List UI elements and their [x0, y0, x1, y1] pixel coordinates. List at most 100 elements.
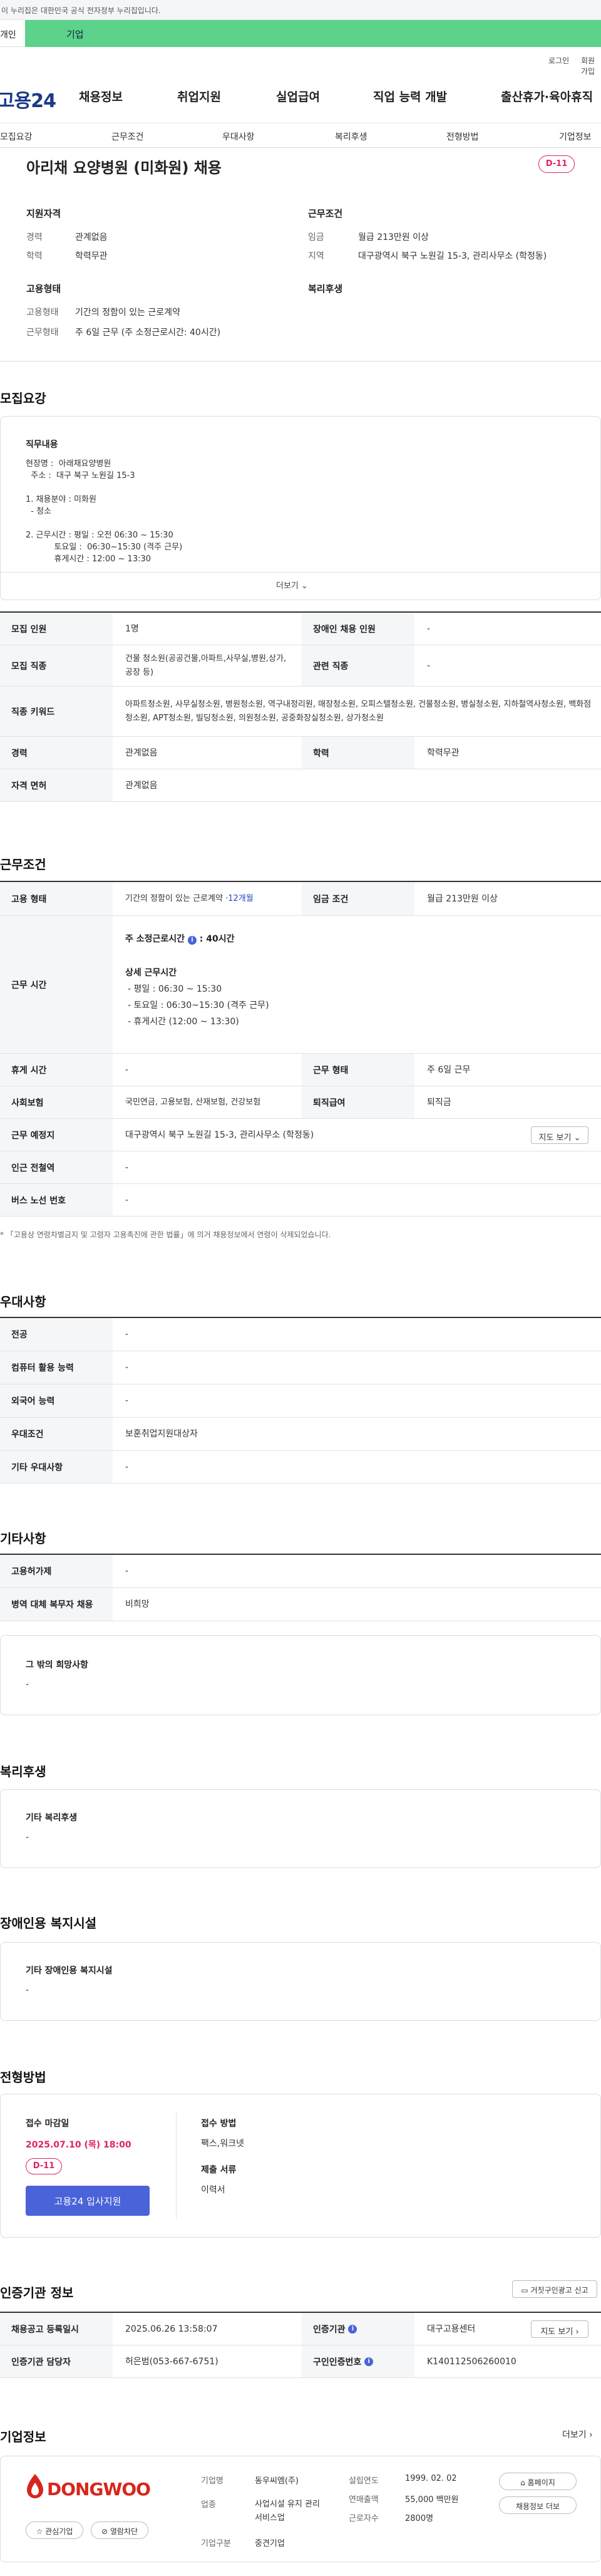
table-row: 자격 면허 관계없음	[0, 769, 601, 802]
tab-conditions[interactable]: 근무조건	[111, 130, 144, 143]
td-subway: -	[125, 1162, 129, 1173]
facility-title: 기타 장애인용 복지시설	[26, 1966, 113, 1976]
th-edu: 학력	[302, 737, 414, 769]
favorite-label: 관심기업	[45, 2527, 73, 2536]
tab-selection[interactable]: 전형방법	[446, 130, 479, 143]
table-row: 휴게 시간 - 근무 형태 주 6일 근무	[0, 1054, 601, 1086]
info-icon[interactable]: i	[187, 936, 197, 945]
report-icon: ▭	[521, 2286, 528, 2295]
th-agency-label: 인증기관	[313, 2324, 346, 2335]
tab-personal[interactable]: 개인	[0, 20, 25, 47]
hours-title: 주 소정근로시간	[125, 934, 185, 944]
th-pref-cond: 우대조건	[0, 1418, 113, 1450]
join-link[interactable]: 회원가입	[581, 55, 601, 76]
td-bus: -	[125, 1195, 129, 1205]
method-value: 팩스,워크넷	[201, 2139, 244, 2149]
td-pref-etc: -	[125, 1462, 129, 1472]
selection-box: 접수 마감일 2025.07.10 (목) 18:00 D-11 고용24 입사…	[0, 2094, 601, 2238]
block-button[interactable]: ⊘ 열람차단	[91, 2521, 148, 2539]
tab-welfare[interactable]: 복리후생	[335, 130, 367, 143]
tab-company[interactable]: 기업정보	[559, 130, 592, 143]
site-logo[interactable]: 고용24	[0, 85, 56, 113]
homepage-button[interactable]: ⌂ 홈페이지	[499, 2473, 577, 2490]
welfare-title: 복리후생	[308, 283, 343, 294]
company-more-link[interactable]: 더보기 ›	[562, 2428, 593, 2441]
emp-months: 12개월	[228, 893, 254, 903]
homepage-label: 홈페이지	[527, 2478, 555, 2487]
favorite-button[interactable]: ☆ 관심기업	[26, 2521, 83, 2539]
other-title: 그 밖의 희망사항	[26, 1660, 88, 1670]
td-place: 대구광역시 북구 노원길 15-3, 관리사무소 (학정동)	[125, 1130, 314, 1140]
deadline-dday: D-11	[26, 2158, 62, 2174]
td-edu: 학력무관	[427, 747, 460, 758]
td-military: 비희망	[125, 1599, 150, 1609]
hours-value: 40시간	[206, 934, 235, 944]
table-row: 모집 직종 건물 청소원(공공건물,아파트,사무실,병원,상가,공장 등) 관련…	[0, 645, 601, 687]
facility-box: 기타 장애인용 복지시설 -	[0, 1942, 601, 2021]
star-icon: ☆	[36, 2527, 43, 2536]
docs-value: 이력서	[201, 2185, 225, 2195]
td-license: 관계없음	[125, 780, 158, 791]
age-note: * 「고용상 연령차별금지 및 고령자 고용촉진에 관한 법률」에 의거 채용정…	[0, 1230, 331, 1239]
th-hours: 근무 시간	[0, 916, 113, 1053]
th-emp: 고용 형태	[0, 882, 113, 915]
td-pref-cond: 보훈취업지원대상자	[125, 1429, 198, 1439]
more-button[interactable]: 더보기 ⌄	[276, 579, 308, 591]
edu-label: 학력	[26, 251, 43, 261]
report-button[interactable]: ▭ 거짓구인광고 신고	[512, 2280, 597, 2298]
th-keyword: 직종 키워드	[0, 687, 113, 736]
table-row: 직종 키워드 아파트청소원, 사무실청소원, 병원청소원, 역구내정리원, 매장…	[0, 687, 601, 737]
map-button[interactable]: 지도 보기 ⌄	[531, 1126, 588, 1144]
tab-personal-label: 개인	[0, 30, 16, 40]
table-row: 병역 대체 복무자 채용 비희망	[0, 1588, 601, 1621]
map-button-label: 지도 보기	[538, 1133, 572, 1143]
region-value: 대구광역시 북구 노원길 15-3, 관리사무소 (학정동)	[358, 251, 547, 261]
company-emp-label: 근로자수	[349, 2514, 379, 2523]
chevron-down-icon: ⌄	[301, 581, 308, 591]
report-label: 거짓구인광고 신고	[530, 2286, 588, 2295]
company-emp-value: 2800명	[405, 2514, 434, 2523]
agency-map-button[interactable]: 지도 보기 ›	[531, 2320, 588, 2338]
gnb-jobs[interactable]: 채용정보	[79, 88, 123, 105]
th-job: 모집 직종	[0, 645, 113, 686]
td-form: 주 6일 근무	[427, 1064, 471, 1075]
gnb-leave[interactable]: 출산휴가·육아휴직	[501, 88, 593, 105]
info-icon[interactable]: i	[348, 2324, 357, 2334]
gnb-employment-support[interactable]: 취업지원	[177, 88, 221, 105]
th-pref-etc: 기타 우대사항	[0, 1451, 113, 1483]
td-wage: 월급 213만원 이상	[427, 893, 498, 904]
block-label: 열람차단	[110, 2527, 138, 2536]
login-link[interactable]: 로그인	[548, 55, 569, 66]
info-icon[interactable]: i	[364, 2357, 374, 2366]
home-icon: ⌂	[520, 2478, 525, 2487]
recruit-section-title: 모집요강	[0, 391, 46, 406]
chevron-right-icon: ›	[589, 2430, 593, 2440]
gnb-training[interactable]: 직업 능력 개발	[373, 88, 447, 105]
company-box: DONGWOO ☆ 관심기업 ⊘ 열람차단 기업명 동우씨엠(주) 업종 사업시…	[0, 2456, 601, 2562]
gov-banner: 이 누리집은 대한민국 공식 전자정부 누리집입니다.	[0, 0, 601, 20]
tab-recruit[interactable]: 모집요강	[0, 130, 33, 143]
apply-button[interactable]: 고용24 입사지원	[26, 2186, 150, 2216]
tab-preference[interactable]: 우대사항	[222, 130, 255, 143]
qual-title: 지원자격	[26, 208, 61, 219]
table-row: 컴퓨터 활용 능력 -	[0, 1351, 601, 1384]
company-type-label: 기업구분	[201, 2539, 231, 2548]
company-more-label: 더보기	[562, 2430, 587, 2440]
table-row: 근무 예정지 대구광역시 북구 노원길 15-3, 관리사무소 (학정동) 지도…	[0, 1119, 601, 1151]
table-row: 인근 전철역 -	[0, 1151, 601, 1184]
table-row: 우대조건 보훈취업지원대상자	[0, 1418, 601, 1451]
table-row: 전공 -	[0, 1318, 601, 1351]
table-row: 고용 형태 기간의 정함이 있는 근로계약 · 12개월 임금 조건 월급 21…	[0, 882, 601, 916]
th-related: 관련 직종	[302, 645, 414, 686]
company-section-title: 기업정보	[0, 2429, 46, 2444]
td-manager: 허은범(053-667-6751)	[125, 2356, 218, 2367]
deadline-value: 2025.07.10 (목) 18:00	[26, 2140, 131, 2150]
welfare-section-title: 복리후생	[0, 1764, 46, 1779]
company-logo-icon	[26, 2473, 44, 2500]
gnb-unemployment[interactable]: 실업급여	[276, 88, 320, 105]
etc-table: 고용허가제 - 병역 대체 복무자 채용 비희망	[0, 1554, 601, 1621]
tab-company[interactable]: 기업	[25, 20, 601, 47]
td-career: 관계없음	[125, 747, 158, 758]
company-jobs-button[interactable]: 채용정보 더보	[499, 2496, 577, 2514]
duty-title: 직무내용	[26, 440, 58, 450]
